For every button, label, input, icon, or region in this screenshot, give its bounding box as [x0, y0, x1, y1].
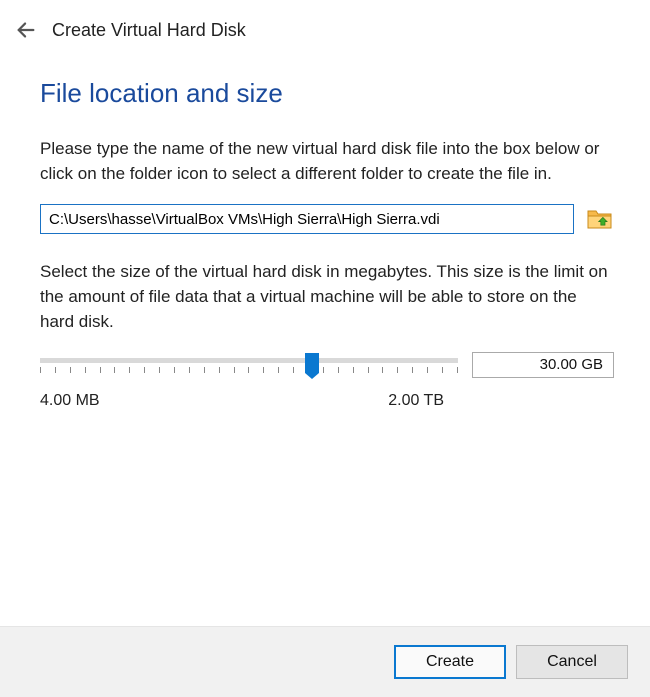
section-heading: File location and size	[40, 78, 614, 109]
slider-ticks	[40, 367, 458, 373]
path-instructions: Please type the name of the new virtual …	[40, 137, 614, 186]
range-max-label: 2.00 TB	[388, 392, 444, 410]
back-arrow-icon[interactable]	[14, 18, 38, 42]
create-button[interactable]: Create	[394, 645, 506, 679]
file-path-input[interactable]	[40, 204, 574, 234]
window-title: Create Virtual Hard Disk	[52, 20, 246, 41]
size-instructions: Select the size of the virtual hard disk…	[40, 260, 614, 334]
slider-area: 30.00 GB 4.00 MB 2.00 TB	[40, 352, 614, 410]
path-row	[40, 204, 614, 234]
footer: Create Cancel	[0, 626, 650, 697]
range-min-label: 4.00 MB	[40, 392, 100, 410]
range-labels: 4.00 MB 2.00 TB	[40, 392, 614, 410]
content-area: File location and size Please type the n…	[0, 50, 650, 626]
size-value-display[interactable]: 30.00 GB	[472, 352, 614, 378]
size-slider[interactable]	[40, 358, 458, 373]
slider-thumb[interactable]	[305, 353, 319, 373]
browse-folder-icon[interactable]	[586, 207, 614, 231]
cancel-button[interactable]: Cancel	[516, 645, 628, 679]
header: Create Virtual Hard Disk	[0, 0, 650, 50]
